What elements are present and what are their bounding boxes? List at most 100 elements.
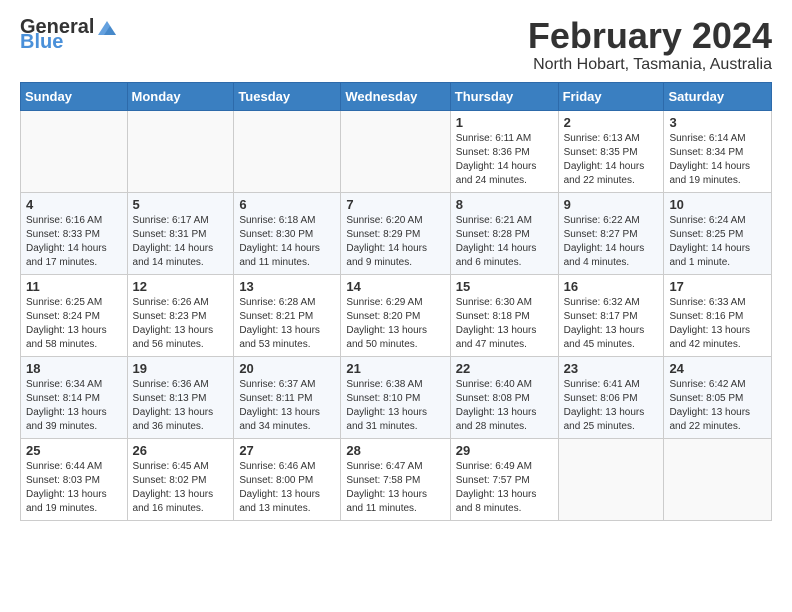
calendar-cell: 26 Sunrise: 6:45 AM Sunset: 8:02 PM Dayli… — [127, 438, 234, 520]
day-info: Sunrise: 6:20 AM Sunset: 8:29 PM Dayligh… — [346, 214, 444, 270]
calendar-cell: 7 Sunrise: 6:20 AM Sunset: 8:29 PM Daylig… — [341, 192, 450, 274]
calendar-cell: 28Sunrise: 6:47 AM Sunset: 7:58 PM Dayli… — [341, 438, 450, 520]
calendar-cell: 15 Sunrise: 6:30 AM Sunset: 8:18 PM Dayli… — [450, 274, 558, 356]
calendar-cell: 24Sunrise: 6:42 AM Sunset: 8:05 PM Dayli… — [664, 356, 772, 438]
day-info: Sunrise: 6:36 AM Sunset: 8:13 PM Dayligh… — [133, 378, 229, 434]
title-area: February 2024 North Hobart, Tasmania, Au… — [528, 16, 772, 74]
day-info: Sunrise: 6:26 AM Sunset: 8:23 PM Dayligh… — [133, 296, 229, 352]
day-info: Sunrise: 6:24 AM Sunset: 8:25 PM Dayligh… — [669, 214, 766, 270]
calendar-header-saturday: Saturday — [664, 82, 772, 110]
day-number: 4 — [26, 197, 122, 212]
day-number: 15 — [456, 279, 553, 294]
day-info: Sunrise: 6:29 AM Sunset: 8:20 PM Dayligh… — [346, 296, 444, 352]
calendar-cell: 9 Sunrise: 6:22 AM Sunset: 8:27 PM Daylig… — [558, 192, 664, 274]
subtitle: North Hobart, Tasmania, Australia — [528, 56, 772, 74]
day-info: Sunrise: 6:22 AM Sunset: 8:27 PM Dayligh… — [564, 214, 659, 270]
day-number: 13 — [239, 279, 335, 294]
day-number: 2 — [564, 115, 659, 130]
day-number: 11 — [26, 279, 122, 294]
calendar-cell — [558, 438, 664, 520]
day-info: Sunrise: 6:17 AM Sunset: 8:31 PM Dayligh… — [133, 214, 229, 270]
day-number: 18 — [26, 361, 122, 376]
logo-blue-text: Blue — [20, 31, 63, 54]
day-number: 25 — [26, 443, 122, 458]
calendar-cell: 14 Sunrise: 6:29 AM Sunset: 8:20 PM Dayli… — [341, 274, 450, 356]
day-info: Sunrise: 6:16 AM Sunset: 8:33 PM Dayligh… — [26, 214, 122, 270]
calendar-cell: 23Sunrise: 6:41 AM Sunset: 8:06 PM Dayli… — [558, 356, 664, 438]
page: General Blue February 2024 North Hobart,… — [0, 0, 792, 531]
calendar-cell: 19 Sunrise: 6:36 AM Sunset: 8:13 PM Dayli… — [127, 356, 234, 438]
day-number: 29 — [456, 443, 553, 458]
calendar-week-row: 25 Sunrise: 6:44 AM Sunset: 8:03 PM Dayli… — [21, 438, 772, 520]
day-number: 1 — [456, 115, 553, 130]
calendar-cell: 5 Sunrise: 6:17 AM Sunset: 8:31 PM Daylig… — [127, 192, 234, 274]
calendar-cell: 4 Sunrise: 6:16 AM Sunset: 8:33 PM Daylig… — [21, 192, 128, 274]
day-number: 6 — [239, 197, 335, 212]
calendar-cell — [234, 110, 341, 192]
day-number: 17 — [669, 279, 766, 294]
day-number: 10 — [669, 197, 766, 212]
day-info: Sunrise: 6:30 AM Sunset: 8:18 PM Dayligh… — [456, 296, 553, 352]
day-info: Sunrise: 6:28 AM Sunset: 8:21 PM Dayligh… — [239, 296, 335, 352]
calendar-cell: 3Sunrise: 6:14 AM Sunset: 8:34 PM Daylig… — [664, 110, 772, 192]
day-number: 19 — [133, 361, 229, 376]
day-info: Sunrise: 6:11 AM Sunset: 8:36 PM Dayligh… — [456, 132, 553, 188]
day-number: 20 — [239, 361, 335, 376]
calendar-cell: 8 Sunrise: 6:21 AM Sunset: 8:28 PM Daylig… — [450, 192, 558, 274]
day-info: Sunrise: 6:38 AM Sunset: 8:10 PM Dayligh… — [346, 378, 444, 434]
calendar-cell: 29 Sunrise: 6:49 AM Sunset: 7:57 PM Dayli… — [450, 438, 558, 520]
calendar-cell — [21, 110, 128, 192]
calendar-week-row: 1 Sunrise: 6:11 AM Sunset: 8:36 PM Daylig… — [21, 110, 772, 192]
day-number: 26 — [133, 443, 229, 458]
day-info: Sunrise: 6:25 AM Sunset: 8:24 PM Dayligh… — [26, 296, 122, 352]
day-number: 14 — [346, 279, 444, 294]
day-info: Sunrise: 6:46 AM Sunset: 8:00 PM Dayligh… — [239, 460, 335, 516]
day-number: 5 — [133, 197, 229, 212]
day-info: Sunrise: 6:44 AM Sunset: 8:03 PM Dayligh… — [26, 460, 122, 516]
main-title: February 2024 — [528, 16, 772, 56]
header: General Blue February 2024 North Hobart,… — [20, 16, 772, 74]
day-number: 9 — [564, 197, 659, 212]
day-info: Sunrise: 6:37 AM Sunset: 8:11 PM Dayligh… — [239, 378, 335, 434]
calendar-cell: 2 Sunrise: 6:13 AM Sunset: 8:35 PM Daylig… — [558, 110, 664, 192]
calendar-cell: 20 Sunrise: 6:37 AM Sunset: 8:11 PM Dayli… — [234, 356, 341, 438]
day-info: Sunrise: 6:32 AM Sunset: 8:17 PM Dayligh… — [564, 296, 659, 352]
day-info: Sunrise: 6:13 AM Sunset: 8:35 PM Dayligh… — [564, 132, 659, 188]
day-number: 7 — [346, 197, 444, 212]
calendar-cell: 17 Sunrise: 6:33 AM Sunset: 8:16 PM Dayli… — [664, 274, 772, 356]
day-info: Sunrise: 6:49 AM Sunset: 7:57 PM Dayligh… — [456, 460, 553, 516]
calendar-cell: 18 Sunrise: 6:34 AM Sunset: 8:14 PM Dayli… — [21, 356, 128, 438]
day-info: Sunrise: 6:45 AM Sunset: 8:02 PM Dayligh… — [133, 460, 229, 516]
calendar-week-row: 11 Sunrise: 6:25 AM Sunset: 8:24 PM Dayli… — [21, 274, 772, 356]
calendar-cell: 1 Sunrise: 6:11 AM Sunset: 8:36 PM Daylig… — [450, 110, 558, 192]
calendar-cell: 12 Sunrise: 6:26 AM Sunset: 8:23 PM Dayli… — [127, 274, 234, 356]
calendar-cell: 16 Sunrise: 6:32 AM Sunset: 8:17 PM Dayli… — [558, 274, 664, 356]
calendar-cell: 6Sunrise: 6:18 AM Sunset: 8:30 PM Daylig… — [234, 192, 341, 274]
day-info: Sunrise: 6:14 AM Sunset: 8:34 PM Dayligh… — [669, 132, 766, 188]
day-number: 22 — [456, 361, 553, 376]
calendar-week-row: 4 Sunrise: 6:16 AM Sunset: 8:33 PM Daylig… — [21, 192, 772, 274]
calendar-cell: 21Sunrise: 6:38 AM Sunset: 8:10 PM Dayli… — [341, 356, 450, 438]
day-info: Sunrise: 6:40 AM Sunset: 8:08 PM Dayligh… — [456, 378, 553, 434]
calendar-header-thursday: Thursday — [450, 82, 558, 110]
calendar-header-monday: Monday — [127, 82, 234, 110]
day-number: 16 — [564, 279, 659, 294]
day-info: Sunrise: 6:33 AM Sunset: 8:16 PM Dayligh… — [669, 296, 766, 352]
calendar-week-row: 18 Sunrise: 6:34 AM Sunset: 8:14 PM Dayli… — [21, 356, 772, 438]
day-number: 24 — [669, 361, 766, 376]
logo-icon — [96, 17, 118, 39]
logo-area: General Blue — [20, 16, 118, 54]
calendar-cell: 11 Sunrise: 6:25 AM Sunset: 8:24 PM Dayli… — [21, 274, 128, 356]
calendar-cell: 13 Sunrise: 6:28 AM Sunset: 8:21 PM Dayli… — [234, 274, 341, 356]
day-number: 27 — [239, 443, 335, 458]
day-info: Sunrise: 6:34 AM Sunset: 8:14 PM Dayligh… — [26, 378, 122, 434]
calendar-header-tuesday: Tuesday — [234, 82, 341, 110]
calendar-cell — [664, 438, 772, 520]
day-number: 8 — [456, 197, 553, 212]
day-info: Sunrise: 6:47 AM Sunset: 7:58 PM Dayligh… — [346, 460, 444, 516]
day-number: 12 — [133, 279, 229, 294]
calendar-header-friday: Friday — [558, 82, 664, 110]
day-info: Sunrise: 6:21 AM Sunset: 8:28 PM Dayligh… — [456, 214, 553, 270]
calendar-cell: 27 Sunrise: 6:46 AM Sunset: 8:00 PM Dayli… — [234, 438, 341, 520]
calendar-header-sunday: Sunday — [21, 82, 128, 110]
